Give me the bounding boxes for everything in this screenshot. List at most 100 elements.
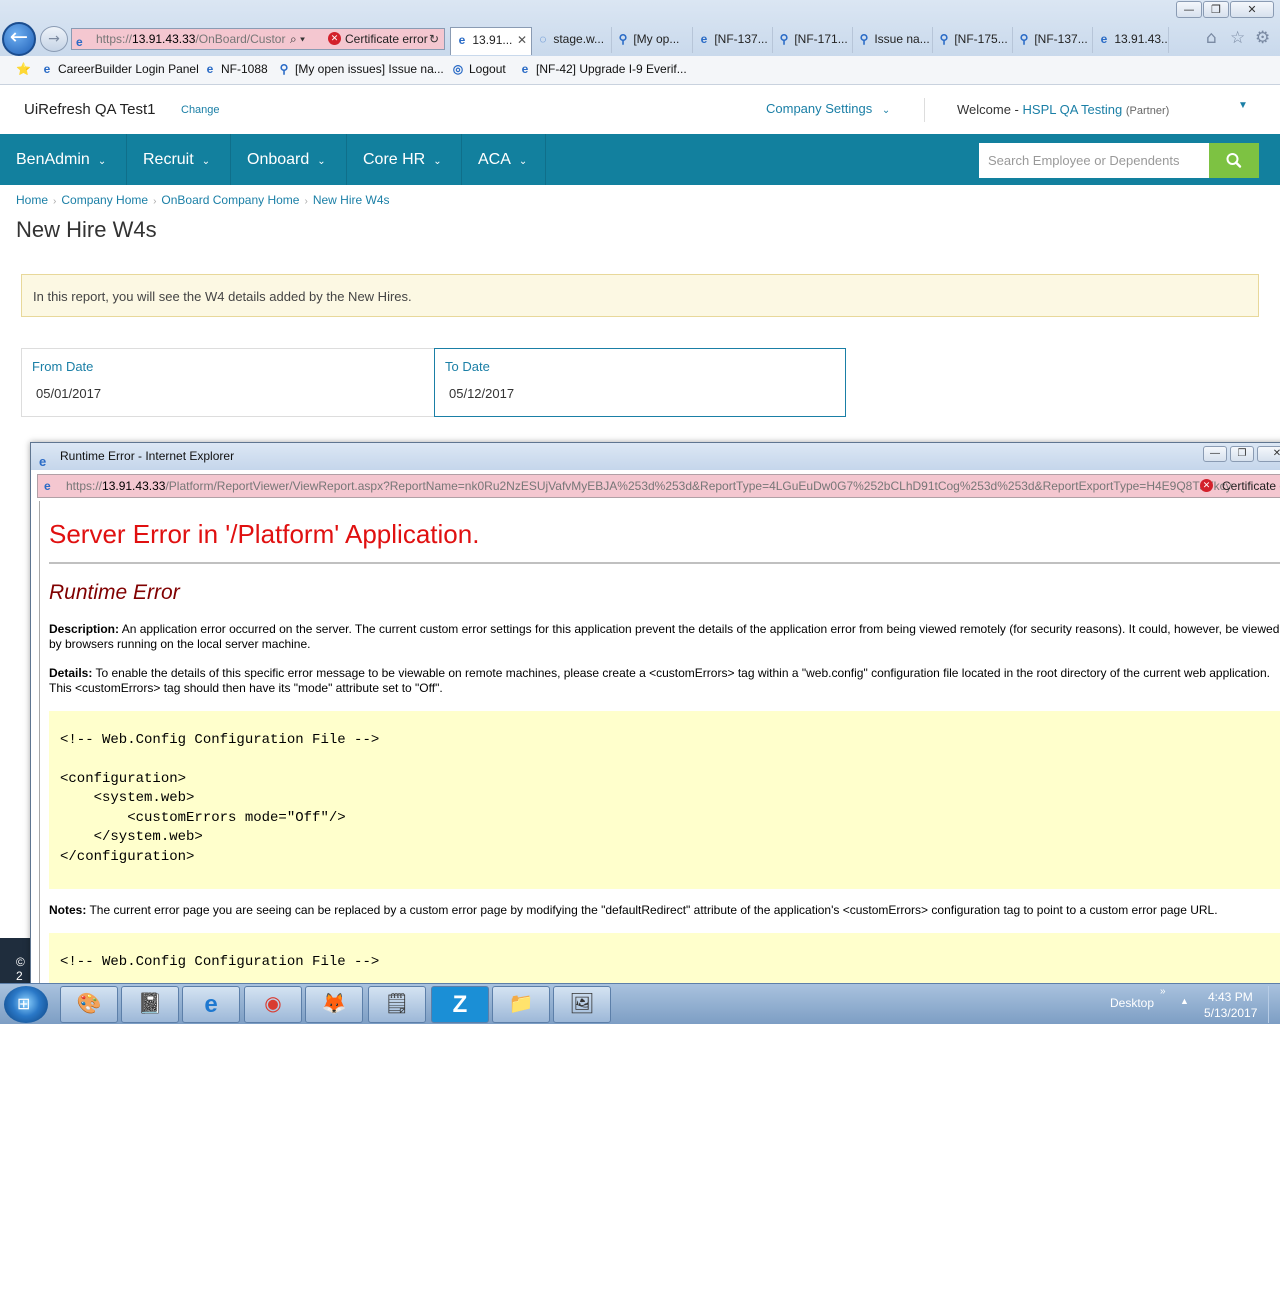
taskbar-app[interactable]: 🖼	[553, 986, 611, 1023]
breadcrumb-item[interactable]: Home	[16, 193, 48, 207]
forward-button[interactable]: →	[40, 26, 68, 52]
ie-icon: e	[458, 33, 466, 47]
to-date-value[interactable]: 05/12/2017	[449, 386, 514, 401]
certificate-error-label[interactable]: Certificate er	[1222, 475, 1280, 497]
nav-onboard[interactable]: Onboard ⌄	[231, 134, 347, 185]
certificate-error-icon[interactable]: ✕	[1200, 479, 1213, 492]
change-company-link[interactable]: Change	[181, 104, 220, 116]
nav-aca[interactable]: ACA ⌄	[462, 134, 546, 185]
minimize-button[interactable]: —	[1176, 1, 1202, 18]
nav-core-hr[interactable]: Core HR ⌄	[347, 134, 462, 185]
taskbar-app[interactable]: 🎨	[60, 986, 118, 1023]
clock-date[interactable]: 5/13/2017	[1204, 1006, 1257, 1020]
ie-icon: e	[76, 35, 83, 49]
popup-minimize-button[interactable]: —	[1203, 446, 1227, 462]
search-button[interactable]	[1209, 143, 1259, 178]
report-notice: In this report, you will see the W4 deta…	[21, 274, 1259, 317]
file-explorer-icon: 📁	[508, 993, 534, 1015]
firefox-icon: 🦊	[321, 993, 347, 1015]
favorite-link[interactable]: e [NF-42] Upgrade I-9 Everif...	[518, 62, 687, 76]
favorites-star-icon[interactable]: ☆	[1230, 28, 1245, 48]
popup-restore-button[interactable]: ❐	[1230, 446, 1254, 462]
tab-1[interactable]: ◌ stage.w...	[532, 27, 612, 53]
from-date-field[interactable]: From Date 05/01/2017	[21, 348, 435, 417]
partner-label: (Partner)	[1125, 105, 1170, 117]
company-settings-menu[interactable]: Company Settings ⌄	[766, 101, 890, 116]
taskbar-app[interactable]: 🦊	[305, 986, 363, 1023]
jira-icon: ⚲	[1019, 32, 1029, 46]
error-heading: Server Error in '/Platform' Application.	[49, 519, 480, 549]
settings-gear-icon[interactable]: ⚙	[1255, 28, 1270, 48]
breadcrumb-item[interactable]: New Hire W4s	[313, 193, 390, 207]
search-icon[interactable]: ⌕ ▾	[290, 29, 305, 49]
breadcrumb-separator-icon: ›	[153, 196, 157, 207]
ie-icon: e	[206, 62, 214, 76]
notepad-icon: 📓	[137, 993, 163, 1015]
nav-recruit[interactable]: Recruit ⌄	[127, 134, 231, 185]
loading-icon: ◌	[539, 32, 547, 46]
close-button[interactable]: ✕	[1230, 1, 1274, 18]
tab-4[interactable]: ⚲ [NF-171...	[773, 27, 853, 53]
favorite-link[interactable]: e NF-1088	[203, 62, 268, 76]
popup-close-button[interactable]: ✕	[1257, 446, 1280, 462]
restore-button[interactable]: ❐	[1203, 1, 1229, 18]
nav-benadmin[interactable]: BenAdmin ⌄	[0, 134, 127, 185]
user-name-link[interactable]: HSPL QA Testing	[1023, 102, 1123, 117]
breadcrumb: Home › Company Home › OnBoard Company Home › N…	[16, 193, 390, 207]
nav-label: Recruit	[143, 151, 194, 168]
tab-5[interactable]: ⚲ Issue na...	[853, 27, 933, 53]
popup-titlebar[interactable]: e Runtime Error - Internet Explorer — ❐ …	[31, 443, 1280, 470]
show-desktop-button[interactable]	[1268, 986, 1278, 1023]
ie-icon: e	[700, 32, 708, 46]
address-bar[interactable]: e https://13.91.43.33/OnBoard/Custor ⌕ ▾…	[71, 28, 445, 50]
taskbar-app[interactable]: 🗒	[368, 986, 426, 1023]
jira-icon: ⚲	[859, 32, 869, 46]
taskbar-app[interactable]: 📓	[121, 986, 179, 1023]
chrome-icon: ◉	[264, 993, 282, 1015]
refresh-icon[interactable]: ↻	[429, 29, 439, 49]
tab-7[interactable]: ⚲ [NF-137...	[1013, 27, 1093, 53]
favorite-link[interactable]: ◎ Logout	[451, 62, 506, 76]
tab-8[interactable]: e 13.91.43...	[1093, 27, 1169, 53]
breadcrumb-item[interactable]: Company Home	[61, 193, 148, 207]
taskbar-app[interactable]: e	[182, 986, 240, 1023]
taskbar-app[interactable]: Z	[431, 986, 489, 1023]
from-date-value[interactable]: 05/01/2017	[36, 386, 101, 401]
user-menu-caret-icon[interactable]: ▼	[1238, 100, 1248, 111]
home-icon[interactable]: ⌂	[1206, 28, 1217, 48]
error-description: Description: An application error occurr…	[49, 622, 1280, 651]
close-tab-icon[interactable]: ✕	[517, 28, 527, 52]
popup-address-bar[interactable]: e https://13.91.43.33/Platform/ReportVie…	[37, 474, 1280, 498]
tab-3[interactable]: e [NF-137...	[693, 27, 773, 53]
tab-0[interactable]: e 13.91... ✕	[450, 27, 532, 55]
desktop-toolbar-label[interactable]: Desktop	[1110, 996, 1154, 1010]
taskbar-app[interactable]: ◉	[244, 986, 302, 1023]
error-subheading: Runtime Error	[49, 581, 180, 604]
z-app-icon: Z	[452, 991, 468, 1018]
search-icon	[1226, 153, 1242, 168]
tray-arrow-icon[interactable]: ▲	[1180, 996, 1189, 1006]
add-favorites-icon[interactable]: ⭐	[16, 62, 31, 76]
certificate-error-icon[interactable]: ✕	[328, 32, 341, 45]
to-date-field[interactable]: To Date 05/12/2017	[434, 348, 846, 417]
tab-6[interactable]: ⚲ [NF-175...	[933, 27, 1013, 53]
breadcrumb-item[interactable]: OnBoard Company Home	[161, 193, 299, 207]
start-button[interactable]: ⊞	[4, 986, 48, 1023]
chevron-icon[interactable]: »	[1160, 986, 1166, 997]
tab-label: [My op...	[633, 32, 680, 46]
back-button[interactable]: ←	[2, 22, 36, 56]
favorite-link[interactable]: ⚲ [My open issues] Issue na...	[277, 62, 444, 76]
certificate-error-label[interactable]: Certificate error	[345, 29, 428, 49]
favorite-link[interactable]: e CareerBuilder Login Panel	[40, 62, 199, 76]
nav-label: Onboard	[247, 151, 310, 168]
ie-icon: e	[204, 991, 218, 1018]
page-footer: © 2	[0, 938, 34, 983]
taskbar-app[interactable]: 📁	[492, 986, 550, 1023]
ie-icon: e	[43, 62, 51, 76]
employee-search-input[interactable]: Search Employee or Dependents	[979, 143, 1209, 178]
chevron-down-icon: ⌄	[97, 156, 107, 167]
tab-2[interactable]: ⚲ [My op...	[612, 27, 693, 53]
chevron-down-icon: ⌄	[317, 156, 326, 167]
paint-icon: 🎨	[76, 993, 102, 1015]
clock-time[interactable]: 4:43 PM	[1208, 990, 1253, 1004]
